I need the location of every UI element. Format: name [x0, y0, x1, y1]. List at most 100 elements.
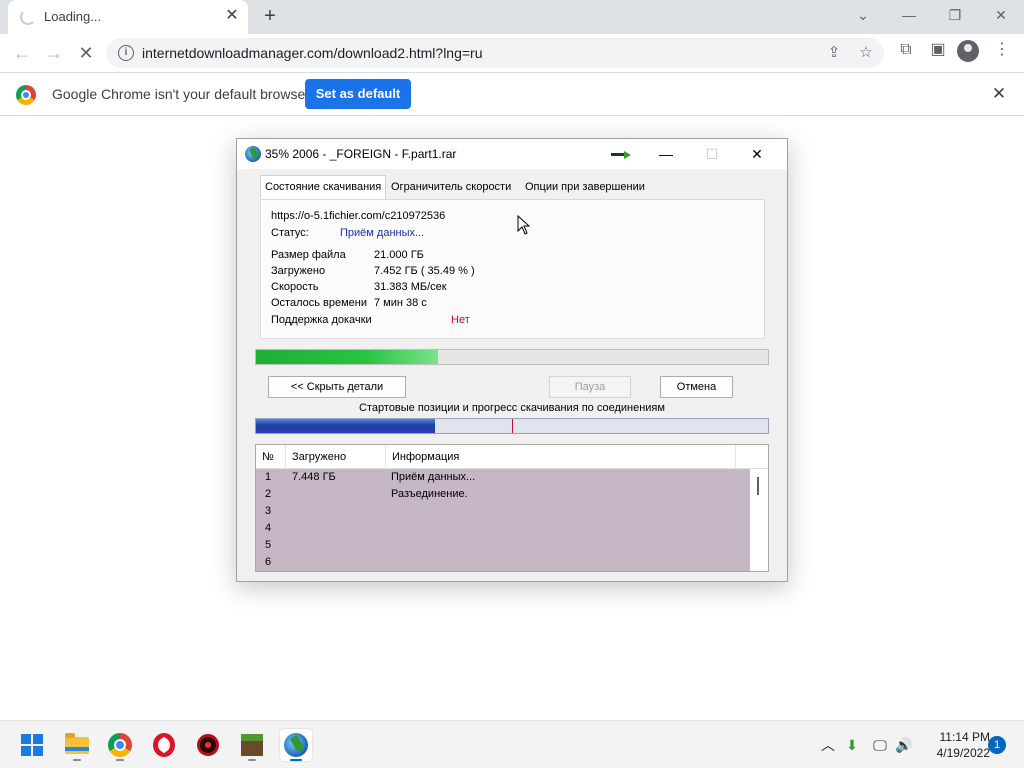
notification-badge[interactable]: 1 — [988, 736, 1006, 754]
download-progress-bar — [255, 349, 769, 365]
back-icon[interactable]: ← — [8, 39, 36, 67]
clock-time: 11:14 PM — [939, 730, 990, 744]
minecraft-taskbar-button[interactable] — [236, 729, 268, 761]
row-info: Разъединение. — [391, 488, 468, 500]
browser-tab[interactable]: Loading... ✕ — [8, 0, 248, 34]
arrow-icon — [611, 151, 631, 159]
default-browser-infobar: Google Chrome isn't your default browser… — [0, 72, 1024, 116]
cursor-icon — [517, 215, 531, 235]
connection-start-marker — [512, 419, 513, 433]
row-number: 4 — [265, 522, 272, 534]
hide-details-button[interactable]: << Скрыть детали — [268, 376, 406, 398]
scrollbar-thumb[interactable] — [757, 477, 759, 495]
speed-value: 31.383 МБ/сек — [374, 281, 447, 293]
time-left-value: 7 мин 38 с — [374, 297, 427, 309]
cancel-button[interactable]: Отмена — [660, 376, 733, 398]
column-info[interactable]: Информация — [386, 445, 736, 469]
pause-button: Пауза — [549, 376, 631, 398]
time-left-label: Осталось времени — [271, 297, 368, 309]
resume-support-label: Поддержка докачки — [271, 314, 372, 326]
dialog-maximize-icon: ☐ — [705, 146, 719, 162]
speed-label: Скорость — [271, 281, 319, 293]
opera-taskbar-button[interactable] — [148, 729, 180, 761]
table-row[interactable]: 6 — [256, 554, 750, 571]
idm-tray-icon[interactable]: ⬇ — [842, 735, 862, 755]
connections-table: № Загружено Информация 1 7.448 ГБ Приём … — [255, 444, 769, 572]
address-bar[interactable]: i internetdownloadmanager.com/download2.… — [106, 38, 884, 68]
column-downloaded[interactable]: Загружено — [286, 445, 386, 469]
table-row[interactable]: 2 Разъединение. — [256, 486, 750, 503]
close-tab-icon[interactable]: ✕ — [222, 6, 242, 26]
puzzle-icon[interactable]: ⧉ — [894, 38, 918, 62]
tab-on-completion[interactable]: Опции при завершении — [521, 177, 649, 199]
tab-speed-limiter[interactable]: Ограничитель скорости — [387, 177, 515, 199]
windows-logo-icon — [21, 734, 43, 756]
table-body: 1 7.448 ГБ Приём данных... 2 Разъединени… — [256, 469, 750, 571]
resume-support-value: Нет — [451, 314, 470, 326]
file-explorer-button[interactable] — [61, 729, 93, 761]
url-text[interactable]: internetdownloadmanager.com/download2.ht… — [142, 45, 483, 61]
dialog-minimize-icon[interactable]: — — [651, 143, 681, 165]
gear-app-taskbar-button[interactable] — [192, 729, 224, 761]
row-number: 2 — [265, 488, 272, 500]
infobar-message: Google Chrome isn't your default browser — [52, 86, 310, 102]
clock[interactable]: 11:14 PM 4/19/2022 — [916, 729, 990, 761]
row-number: 1 — [265, 471, 272, 483]
table-scrollbar[interactable] — [750, 469, 768, 571]
downloaded-value: 7.452 ГБ ( 35.49 % ) — [374, 265, 475, 277]
menu-icon[interactable]: ⋮ — [990, 38, 1014, 62]
opera-icon — [153, 733, 175, 757]
row-number: 6 — [265, 556, 272, 568]
taskbar: ︿ ⬇ 🖵 🔊 11:14 PM 4/19/2022 1 — [0, 720, 1024, 768]
download-dialog: 35% 2006 - _FOREIGN - F.part1.rar — ☐ ✕ … — [236, 138, 788, 582]
file-size-label: Размер файла — [271, 249, 346, 261]
close-infobar-icon[interactable]: ✕ — [988, 83, 1010, 105]
gear-app-icon — [197, 734, 219, 756]
restore-icon[interactable]: ❐ — [932, 0, 978, 30]
idm-icon — [284, 733, 308, 757]
volume-icon[interactable]: 🔊 — [894, 735, 914, 755]
tab-download-status[interactable]: Состояние скачивания — [260, 175, 387, 199]
status-label: Статус: — [271, 227, 309, 239]
status-value: Приём данных... — [340, 227, 425, 239]
network-icon[interactable]: 🖵 — [870, 735, 890, 755]
row-number: 3 — [265, 505, 272, 517]
dialog-close-icon[interactable]: ✕ — [742, 143, 772, 165]
table-row[interactable]: 4 — [256, 520, 750, 537]
dialog-title: 35% 2006 - _FOREIGN - F.part1.rar — [265, 147, 457, 161]
close-window-icon[interactable]: ✕ — [978, 0, 1024, 30]
forward-icon[interactable]: → — [40, 39, 68, 67]
row-number: 5 — [265, 539, 272, 551]
start-button[interactable] — [16, 729, 48, 761]
dialog-titlebar[interactable]: 35% 2006 - _FOREIGN - F.part1.rar — ☐ ✕ — [237, 139, 787, 169]
tab-title: Loading... — [44, 9, 102, 24]
table-row[interactable]: 3 — [256, 503, 750, 520]
clock-date: 4/19/2022 — [936, 746, 990, 760]
table-header: № Загружено Информация — [256, 445, 768, 469]
column-number[interactable]: № — [256, 445, 286, 469]
profile-icon[interactable] — [957, 40, 979, 62]
row-info: Приём данных... — [391, 471, 476, 483]
new-tab-button[interactable]: + — [258, 5, 282, 29]
share-icon[interactable]: ⇪ — [824, 43, 844, 63]
chevron-up-icon[interactable]: ︿ — [818, 735, 838, 755]
table-row[interactable]: 5 — [256, 537, 750, 554]
minecraft-icon — [241, 734, 263, 756]
minimize-icon[interactable]: — — [886, 0, 932, 30]
connections-progress-fill — [256, 419, 436, 433]
tab-strip: Loading... ✕ + ⌄ — ❐ ✕ — [0, 0, 1024, 34]
set-default-button[interactable]: Set as default — [305, 79, 411, 109]
chrome-taskbar-button[interactable] — [104, 729, 136, 761]
tab-search-icon[interactable]: ⌄ — [840, 0, 886, 30]
row-downloaded: 7.448 ГБ — [292, 471, 336, 483]
stop-icon[interactable]: ✕ — [72, 39, 100, 67]
idm-taskbar-button[interactable] — [280, 729, 312, 761]
chrome-icon — [108, 733, 132, 757]
table-row[interactable]: 1 7.448 ГБ Приём данных... — [256, 469, 750, 486]
info-icon[interactable]: i — [118, 45, 134, 61]
status-panel: https://o-5.1fichier.com/c210972536 Стат… — [260, 199, 765, 339]
downloaded-label: Загружено — [271, 265, 326, 277]
connections-title: Стартовые позиции и прогресс скачивания … — [359, 402, 665, 414]
sidepanel-icon[interactable]: ▣ — [926, 38, 950, 62]
star-icon[interactable]: ☆ — [856, 43, 876, 63]
